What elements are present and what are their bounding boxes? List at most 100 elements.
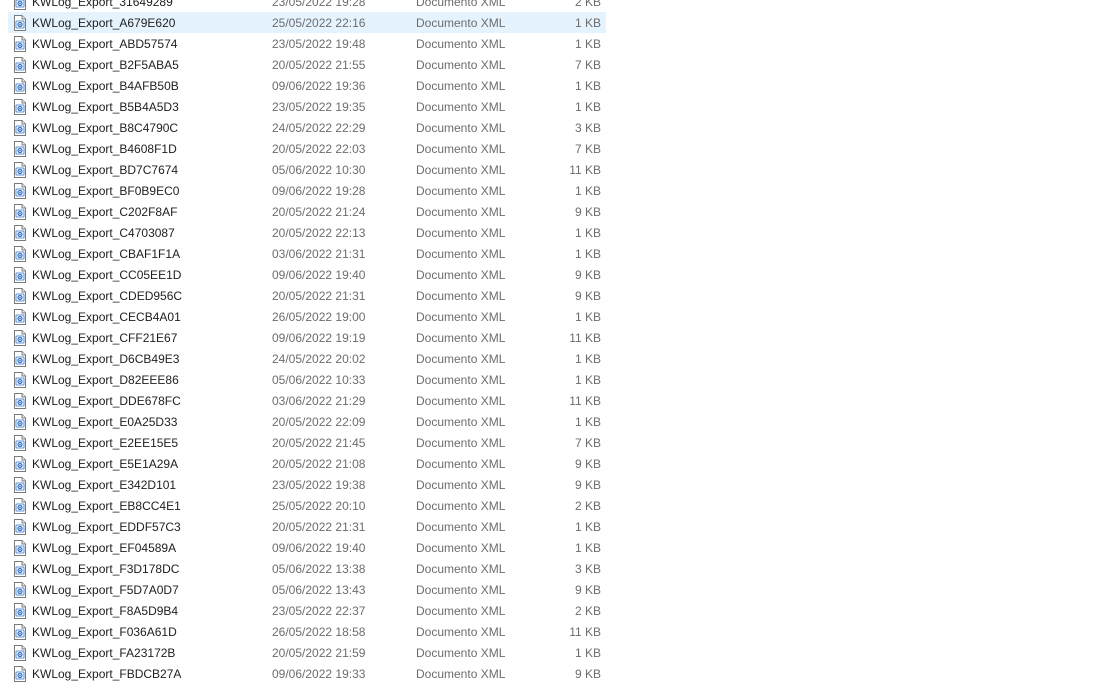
file-name: KWLog_Export_E5E1A29A [32, 457, 179, 471]
file-name: KWLog_Export_B2F5ABA5 [32, 58, 179, 72]
file-name: KWLog_Export_B4AFB50B [32, 79, 179, 93]
file-name: KWLog_Export_CECB4A01 [32, 310, 181, 324]
xml-document-icon [13, 204, 27, 220]
file-name: KWLog_Export_EDDF57C3 [32, 520, 181, 534]
file-size: 1 KB [574, 226, 601, 240]
file-name: KWLog_Export_C4703087 [32, 226, 175, 240]
file-type: Documento XML [416, 541, 506, 555]
file-size: 7 KB [574, 436, 601, 450]
xml-document-icon [13, 78, 27, 94]
file-row[interactable]: KWLog_Export_F3D178DC 05/06/2022 13:38 D… [8, 558, 606, 579]
file-size: 11 KB [569, 163, 601, 177]
file-row[interactable]: KWLog_Export_F8A5D9B4 23/05/2022 22:37 D… [8, 600, 606, 621]
file-name: KWLog_Export_CFF21E67 [32, 331, 178, 345]
file-date-modified: 24/05/2022 20:02 [272, 352, 366, 366]
file-row[interactable]: KWLog_Export_ABD57574 23/05/2022 19:48 D… [8, 33, 606, 54]
file-name: KWLog_Export_B8C4790C [32, 121, 179, 135]
file-date-modified: 09/06/2022 19:36 [272, 79, 366, 93]
file-type: Documento XML [416, 121, 506, 135]
file-row[interactable]: KWLog_Export_FA23172B 20/05/2022 21:59 D… [8, 642, 606, 663]
file-date-modified: 03/06/2022 21:31 [272, 247, 366, 261]
file-row[interactable]: KWLog_Export_B4AFB50B 09/06/2022 19:36 D… [8, 75, 606, 96]
file-name: KWLog_Export_EF04589A [32, 541, 177, 555]
file-size: 11 KB [569, 331, 601, 345]
file-row[interactable]: KWLog_Export_E0A25D33 20/05/2022 22:09 D… [8, 411, 606, 432]
file-row[interactable]: KWLog_Export_B8C4790C 24/05/2022 22:29 D… [8, 117, 606, 138]
file-row[interactable]: KWLog_Export_D82EEE86 05/06/2022 10:33 D… [8, 369, 606, 390]
file-name: KWLog_Export_EB8CC4E1 [32, 499, 181, 513]
xml-document-icon [13, 0, 27, 10]
file-name: KWLog_Export_E342D101 [32, 478, 177, 492]
file-name: KWLog_Export_CC05EE1D [32, 268, 182, 282]
file-row[interactable]: KWLog_Export_E5E1A29A 20/05/2022 21:08 D… [8, 453, 606, 474]
file-type: Documento XML [416, 58, 506, 72]
file-size: 9 KB [574, 667, 601, 681]
file-row[interactable]: KWLog_Export_CFF21E67 09/06/2022 19:19 D… [8, 327, 606, 348]
file-row[interactable]: KWLog_Export_EDDF57C3 20/05/2022 21:31 D… [8, 516, 606, 537]
file-date-modified: 20/05/2022 21:08 [272, 457, 366, 471]
file-row[interactable]: KWLog_Export_CDED956C 20/05/2022 21:31 D… [8, 285, 606, 306]
file-name: KWLog_Export_E0A25D33 [32, 415, 178, 429]
file-date-modified: 09/06/2022 19:40 [272, 268, 366, 282]
file-row[interactable]: KWLog_Export_CBAF1F1A 03/06/2022 21:31 D… [8, 243, 606, 264]
file-row[interactable]: KWLog_Export_CECB4A01 26/05/2022 19:00 D… [8, 306, 606, 327]
file-date-modified: 09/06/2022 19:40 [272, 541, 366, 555]
xml-document-icon [13, 99, 27, 115]
file-date-modified: 23/05/2022 19:48 [272, 37, 366, 51]
xml-document-icon [13, 15, 27, 31]
file-row[interactable]: KWLog_Export_B4608F1D 20/05/2022 22:03 D… [8, 138, 606, 159]
file-row[interactable]: KWLog_Export_BD7C7674 05/06/2022 10:30 D… [8, 159, 606, 180]
file-row[interactable]: KWLog_Export_31649289 23/05/2022 19:28 D… [8, 0, 606, 12]
file-name: KWLog_Export_C202F8AF [32, 205, 178, 219]
file-type: Documento XML [416, 478, 506, 492]
file-name: KWLog_Export_A679E620 [32, 16, 176, 30]
file-type: Documento XML [416, 184, 506, 198]
file-name: KWLog_Export_FA23172B [32, 646, 176, 660]
file-date-modified: 05/06/2022 13:43 [272, 583, 366, 597]
file-row[interactable]: KWLog_Export_FBDCB27A 09/06/2022 19:33 D… [8, 663, 606, 684]
file-size: 9 KB [574, 205, 601, 219]
file-date-modified: 26/05/2022 18:58 [272, 625, 366, 639]
file-row[interactable]: KWLog_Export_E2EE15E5 20/05/2022 21:45 D… [8, 432, 606, 453]
file-name: KWLog_Export_D82EEE86 [32, 373, 179, 387]
xml-document-icon [13, 393, 27, 409]
file-date-modified: 25/05/2022 20:10 [272, 499, 366, 513]
file-date-modified: 20/05/2022 22:09 [272, 415, 366, 429]
file-type: Documento XML [416, 37, 506, 51]
xml-document-icon [13, 267, 27, 283]
file-row[interactable]: KWLog_Export_A679E620 25/05/2022 22:16 D… [8, 12, 606, 33]
file-row[interactable]: KWLog_Export_E342D101 23/05/2022 19:38 D… [8, 474, 606, 495]
file-date-modified: 09/06/2022 19:19 [272, 331, 366, 345]
file-date-modified: 05/06/2022 13:38 [272, 562, 366, 576]
file-name: KWLog_Export_F3D178DC [32, 562, 180, 576]
file-row[interactable]: KWLog_Export_EF04589A 09/06/2022 19:40 D… [8, 537, 606, 558]
file-size: 1 KB [574, 646, 601, 660]
file-row[interactable]: KWLog_Export_B2F5ABA5 20/05/2022 21:55 D… [8, 54, 606, 75]
file-date-modified: 09/06/2022 19:28 [272, 184, 366, 198]
xml-document-icon [13, 141, 27, 157]
file-row[interactable]: KWLog_Export_BF0B9EC0 09/06/2022 19:28 D… [8, 180, 606, 201]
file-type: Documento XML [416, 667, 506, 681]
file-name: KWLog_Export_F5D7A0D7 [32, 583, 179, 597]
file-date-modified: 20/05/2022 21:31 [272, 289, 366, 303]
file-type: Documento XML [416, 562, 506, 576]
file-size: 7 KB [574, 142, 601, 156]
file-row[interactable]: KWLog_Export_F036A61D 26/05/2022 18:58 D… [8, 621, 606, 642]
file-row[interactable]: KWLog_Export_B5B4A5D3 23/05/2022 19:35 D… [8, 96, 606, 117]
file-row[interactable]: KWLog_Export_C202F8AF 20/05/2022 21:24 D… [8, 201, 606, 222]
xml-document-icon [13, 477, 27, 493]
file-type: Documento XML [416, 520, 506, 534]
file-row[interactable]: KWLog_Export_DDE678FC 03/06/2022 21:29 D… [8, 390, 606, 411]
file-row[interactable]: KWLog_Export_CC05EE1D 09/06/2022 19:40 D… [8, 264, 606, 285]
file-row[interactable]: KWLog_Export_C4703087 20/05/2022 22:13 D… [8, 222, 606, 243]
file-name: KWLog_Export_BF0B9EC0 [32, 184, 180, 198]
file-row[interactable]: KWLog_Export_D6CB49E3 24/05/2022 20:02 D… [8, 348, 606, 369]
file-name: KWLog_Export_E2EE15E5 [32, 436, 179, 450]
file-size: 1 KB [574, 79, 601, 93]
xml-document-icon [13, 666, 27, 682]
file-size: 1 KB [574, 37, 601, 51]
file-row[interactable]: KWLog_Export_EB8CC4E1 25/05/2022 20:10 D… [8, 495, 606, 516]
file-row[interactable]: KWLog_Export_F5D7A0D7 05/06/2022 13:43 D… [8, 579, 606, 600]
xml-document-icon [13, 582, 27, 598]
file-name: KWLog_Export_FBDCB27A [32, 667, 182, 681]
